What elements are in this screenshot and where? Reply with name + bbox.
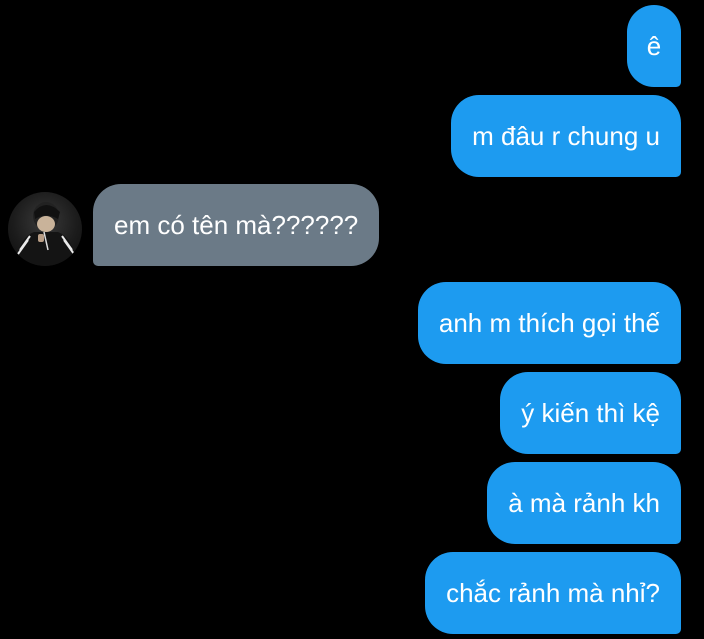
message-bubble-sent[interactable]: chắc rảnh mà nhỉ? xyxy=(425,552,681,634)
message-bubble-received[interactable]: em có tên mà?????? xyxy=(93,184,380,266)
contact-avatar[interactable] xyxy=(8,192,82,266)
message-bubble-sent[interactable]: ý kiến thì kệ xyxy=(500,372,681,454)
message-bubble-sent[interactable]: à mà rảnh kh xyxy=(487,462,681,544)
avatar-photo-icon xyxy=(16,202,76,266)
message-bubble-sent[interactable]: anh m thích gọi thế xyxy=(417,282,681,364)
message-bubble-sent[interactable]: m đâu r chung u xyxy=(451,95,681,177)
message-bubble-sent[interactable]: ê xyxy=(627,5,681,87)
